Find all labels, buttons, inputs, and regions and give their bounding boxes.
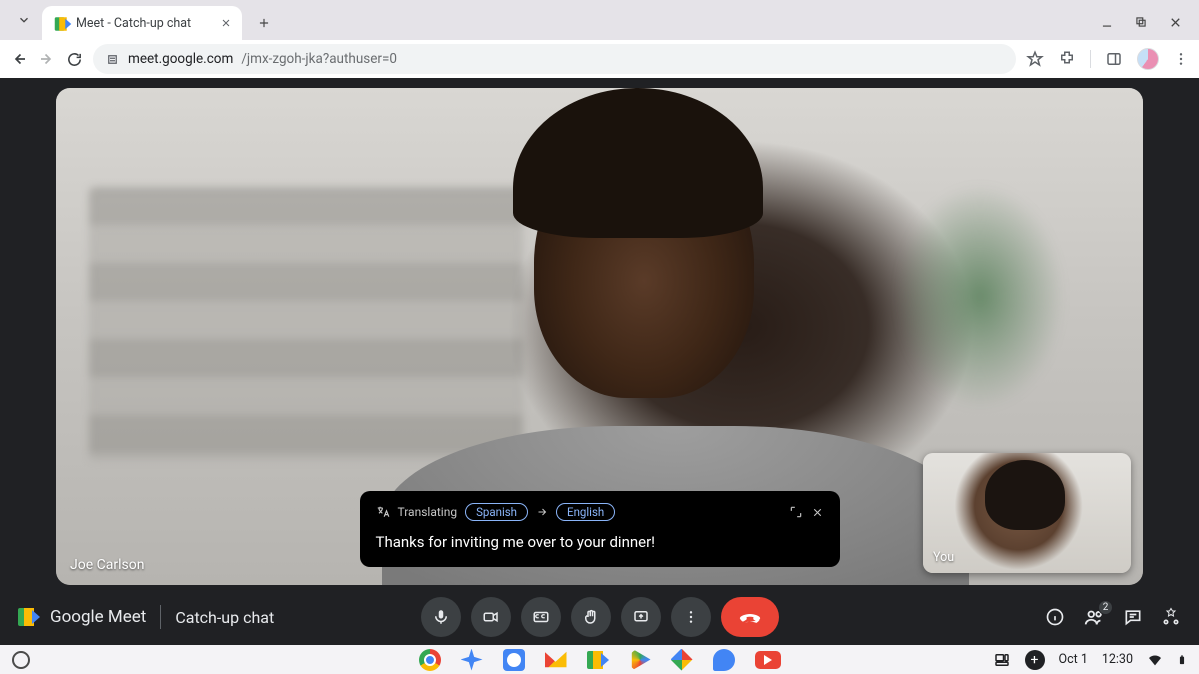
meeting-title: Catch-up chat	[175, 608, 274, 627]
tab-title: Meet - Catch-up chat	[76, 16, 212, 31]
play-store-app-icon[interactable]	[629, 649, 651, 671]
meet-logo-icon	[18, 608, 40, 626]
bookmark-icon[interactable]	[1026, 50, 1044, 68]
meet-right-panel-buttons: 2	[1045, 606, 1181, 628]
caption-panel: Translating Spanish English Thanks for i…	[360, 491, 840, 567]
main-video-tile: Joe Carlson Translating Spanish English …	[56, 88, 1143, 585]
caption-to-language[interactable]: English	[556, 503, 615, 521]
files-app-icon[interactable]	[503, 649, 525, 671]
shelf-status-area[interactable]: + Oct 1 12:30	[993, 650, 1188, 670]
shelf-time: 12:30	[1102, 652, 1133, 667]
overview-icon[interactable]	[993, 651, 1011, 669]
window-minimize-icon[interactable]	[1100, 15, 1114, 30]
meet-favicon	[52, 15, 68, 31]
self-label: You	[933, 550, 954, 565]
raise-hand-button[interactable]	[571, 597, 611, 637]
more-options-button[interactable]	[671, 597, 711, 637]
meet-app: Joe Carlson Translating Spanish English …	[0, 78, 1199, 645]
caption-text: Thanks for inviting me over to your dinn…	[376, 533, 824, 551]
mic-button[interactable]	[421, 597, 461, 637]
extensions-icon[interactable]	[1058, 50, 1076, 68]
window-controls	[1100, 15, 1199, 40]
people-button[interactable]: 2	[1083, 606, 1105, 628]
browser-toolbar: meet.google.com/jmx-zgoh-jka?authuser=0	[0, 40, 1199, 78]
url-host: meet.google.com	[128, 51, 233, 67]
gmail-app-icon[interactable]	[545, 649, 567, 671]
gemini-app-icon[interactable]	[461, 649, 483, 671]
participant-name: Joe Carlson	[70, 557, 144, 573]
forward-button[interactable]	[38, 50, 56, 68]
wifi-icon	[1147, 652, 1163, 668]
chrome-menu-icon[interactable]	[1173, 51, 1189, 67]
profile-avatar[interactable]	[1137, 48, 1159, 70]
call-controls	[421, 597, 779, 637]
meeting-info-button[interactable]	[1045, 607, 1065, 627]
browser-tabstrip: Meet - Catch-up chat	[0, 0, 1199, 40]
window-close-icon[interactable]	[1168, 15, 1183, 30]
arrow-right-icon	[536, 506, 548, 518]
shelf-add-button[interactable]: +	[1025, 650, 1045, 670]
brand-text: Google Meet	[50, 607, 146, 627]
chrome-app-icon[interactable]	[419, 649, 441, 671]
back-button[interactable]	[10, 50, 28, 68]
separator	[1090, 50, 1091, 68]
self-video-tile[interactable]: You	[923, 453, 1131, 573]
photos-app-icon[interactable]	[671, 649, 693, 671]
sidepanel-icon[interactable]	[1105, 50, 1123, 68]
separator	[160, 605, 161, 629]
tabs-search-button[interactable]	[10, 6, 38, 34]
hangup-button[interactable]	[721, 597, 779, 637]
meet-bottom-bar: Google Meet Catch-up chat 2	[0, 589, 1199, 645]
shelf-date: Oct 1	[1059, 652, 1088, 667]
caption-from-language[interactable]: Spanish	[465, 503, 528, 521]
battery-icon	[1177, 652, 1187, 668]
present-button[interactable]	[621, 597, 661, 637]
activities-button[interactable]	[1161, 607, 1181, 627]
translate-icon	[376, 505, 390, 519]
chat-button[interactable]	[1123, 607, 1143, 627]
meet-app-icon[interactable]	[587, 651, 609, 669]
camera-button[interactable]	[471, 597, 511, 637]
url-path: /jmx-zgoh-jka?authuser=0	[241, 51, 397, 67]
chromeos-shelf: + Oct 1 12:30	[0, 645, 1199, 674]
browser-tab[interactable]: Meet - Catch-up chat	[42, 6, 242, 40]
close-tab-icon[interactable]	[220, 17, 232, 29]
shelf-pinned-apps	[419, 649, 781, 671]
reload-button[interactable]	[66, 51, 83, 68]
caption-status: Translating	[398, 505, 458, 519]
messages-app-icon[interactable]	[713, 649, 735, 671]
site-info-icon[interactable]	[105, 52, 120, 67]
youtube-app-icon[interactable]	[755, 651, 781, 669]
caption-close-icon[interactable]	[811, 506, 824, 519]
address-bar[interactable]: meet.google.com/jmx-zgoh-jka?authuser=0	[93, 44, 1016, 74]
new-tab-button[interactable]	[250, 9, 278, 37]
launcher-button[interactable]	[12, 651, 30, 669]
captions-button[interactable]	[521, 597, 561, 637]
meet-brand: Google Meet	[18, 607, 146, 627]
window-maximize-icon[interactable]	[1134, 15, 1148, 30]
people-count-badge: 2	[1098, 600, 1113, 615]
caption-expand-icon[interactable]	[789, 505, 803, 519]
